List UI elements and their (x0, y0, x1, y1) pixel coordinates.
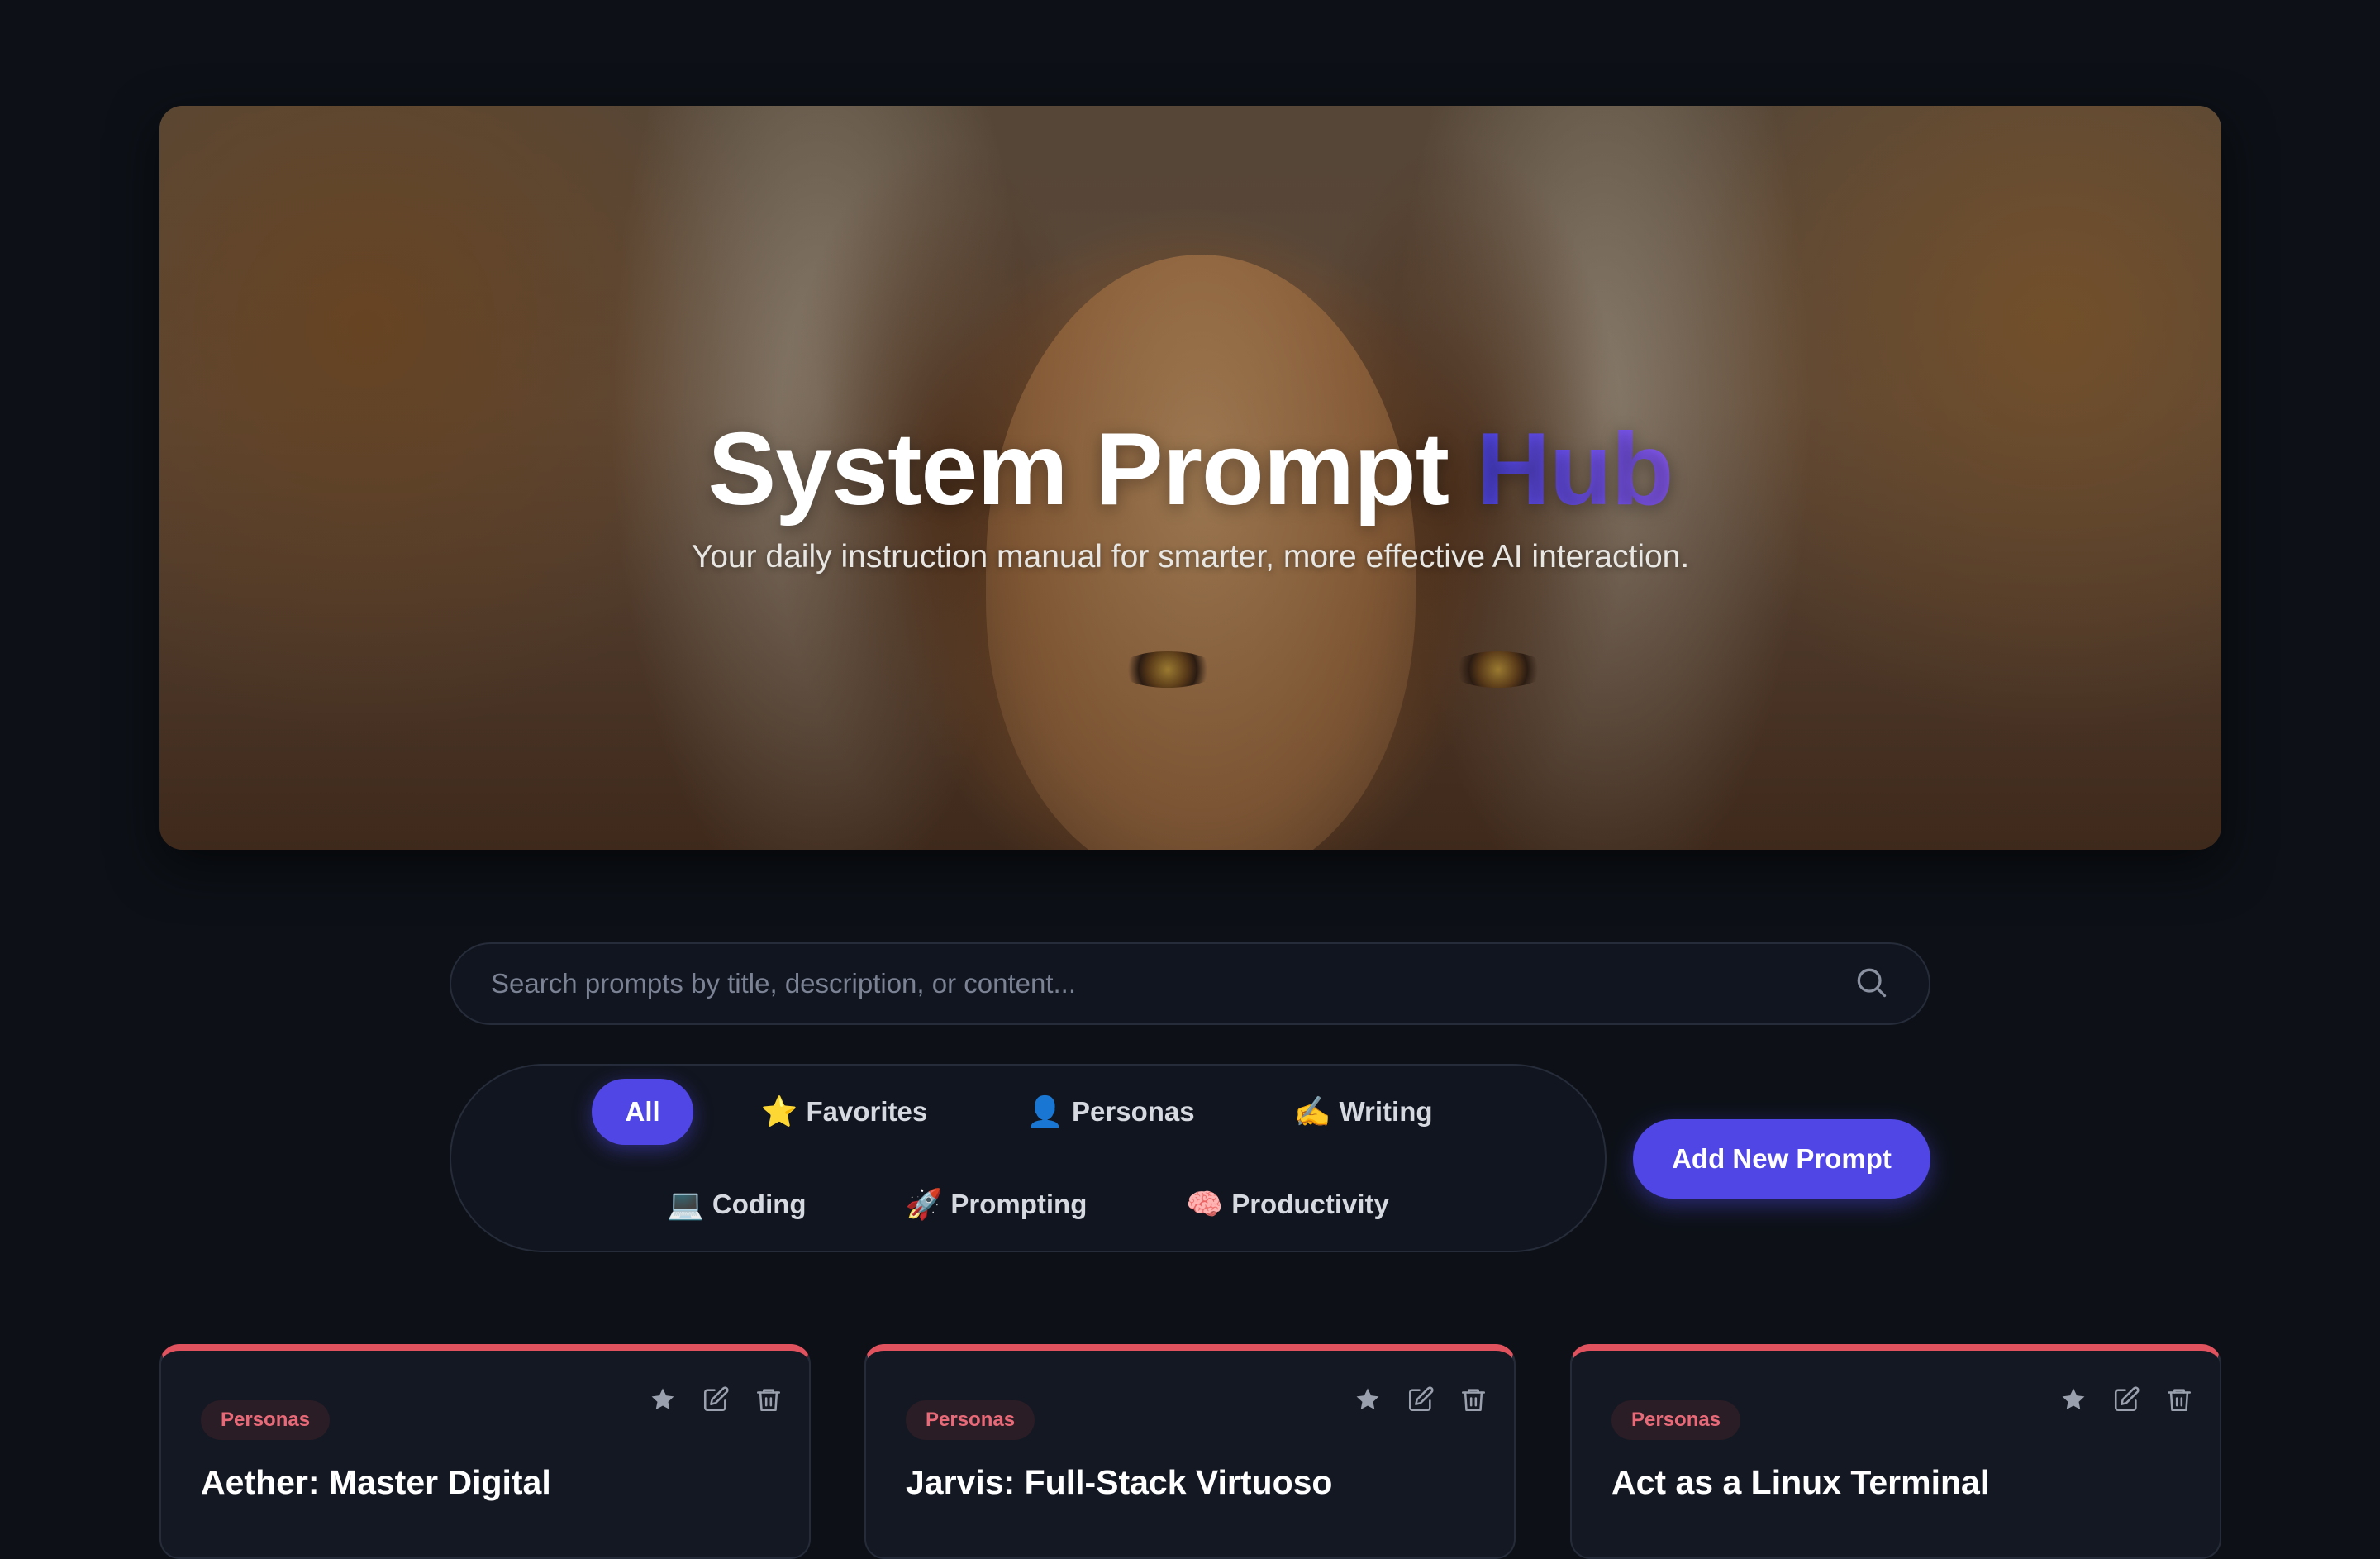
star-icon[interactable] (1352, 1384, 1383, 1415)
person-emoji-icon: 👤 (1026, 1094, 1064, 1128)
card-title: Aether: Master Digital (201, 1463, 551, 1501)
laptop-emoji-icon: 💻 (667, 1187, 704, 1221)
category-badge: Personas (201, 1400, 331, 1440)
search-icon[interactable] (1853, 964, 1889, 1004)
prompt-card[interactable]: Personas Aether: Master Digital (159, 1344, 811, 1559)
trash-icon[interactable] (2163, 1384, 2195, 1415)
prompt-card[interactable]: Personas Act as a Linux Terminal (1570, 1344, 2221, 1559)
filter-personas[interactable]: 👤 Personas (995, 1079, 1226, 1145)
hero-banner: System Prompt Hub Your daily instruction… (159, 106, 2221, 850)
brain-emoji-icon: 🧠 (1186, 1187, 1224, 1221)
category-badge: Personas (906, 1400, 1035, 1440)
rocket-emoji-icon: 🚀 (905, 1187, 943, 1221)
page-title-accent: Hub (1476, 412, 1674, 527)
category-badge: Personas (1611, 1400, 1741, 1440)
page-subtitle: Your daily instruction manual for smarte… (691, 539, 1690, 575)
page-title-main: System Prompt (707, 412, 1449, 527)
edit-icon[interactable] (700, 1384, 731, 1415)
filter-writing[interactable]: ✍️ Writing (1263, 1079, 1464, 1145)
card-actions (647, 1384, 784, 1415)
trash-icon[interactable] (753, 1384, 784, 1415)
filter-label: Coding (712, 1189, 807, 1219)
star-emoji-icon: ⭐ (760, 1094, 798, 1128)
filter-label: Personas (1072, 1096, 1195, 1127)
prompt-card[interactable]: Personas Jarvis: Full-Stack Virtuoso (864, 1344, 1516, 1559)
filter-label: Prompting (950, 1189, 1088, 1219)
filter-prompting[interactable]: 🚀 Prompting (874, 1171, 1119, 1237)
add-new-prompt-button[interactable]: Add New Prompt (1633, 1119, 1930, 1199)
filter-all[interactable]: All (592, 1079, 693, 1145)
card-actions (1352, 1384, 1489, 1415)
filter-label: Favorites (806, 1096, 928, 1127)
filter-label: Productivity (1231, 1189, 1389, 1219)
card-actions (2058, 1384, 2195, 1415)
edit-icon[interactable] (2111, 1384, 2142, 1415)
card-title: Jarvis: Full-Stack Virtuoso (906, 1463, 1333, 1501)
filter-productivity[interactable]: 🧠 Productivity (1154, 1171, 1421, 1237)
search-bar (450, 942, 1930, 1025)
filter-coding[interactable]: 💻 Coding (635, 1171, 837, 1237)
star-icon[interactable] (647, 1384, 678, 1415)
trash-icon[interactable] (1458, 1384, 1489, 1415)
star-icon[interactable] (2058, 1384, 2089, 1415)
card-title: Act as a Linux Terminal (1611, 1463, 1990, 1501)
filter-favorites[interactable]: ⭐ Favorites (730, 1079, 959, 1145)
filter-label: Writing (1339, 1096, 1433, 1127)
writing-hand-emoji-icon: ✍️ (1293, 1094, 1331, 1128)
category-filters: All ⭐ Favorites 👤 Personas ✍️ Writing 💻 … (450, 1064, 1606, 1252)
page-title: System Prompt Hub (707, 413, 1673, 526)
filter-label: All (625, 1096, 660, 1127)
search-input[interactable] (491, 968, 1853, 999)
edit-icon[interactable] (1405, 1384, 1436, 1415)
